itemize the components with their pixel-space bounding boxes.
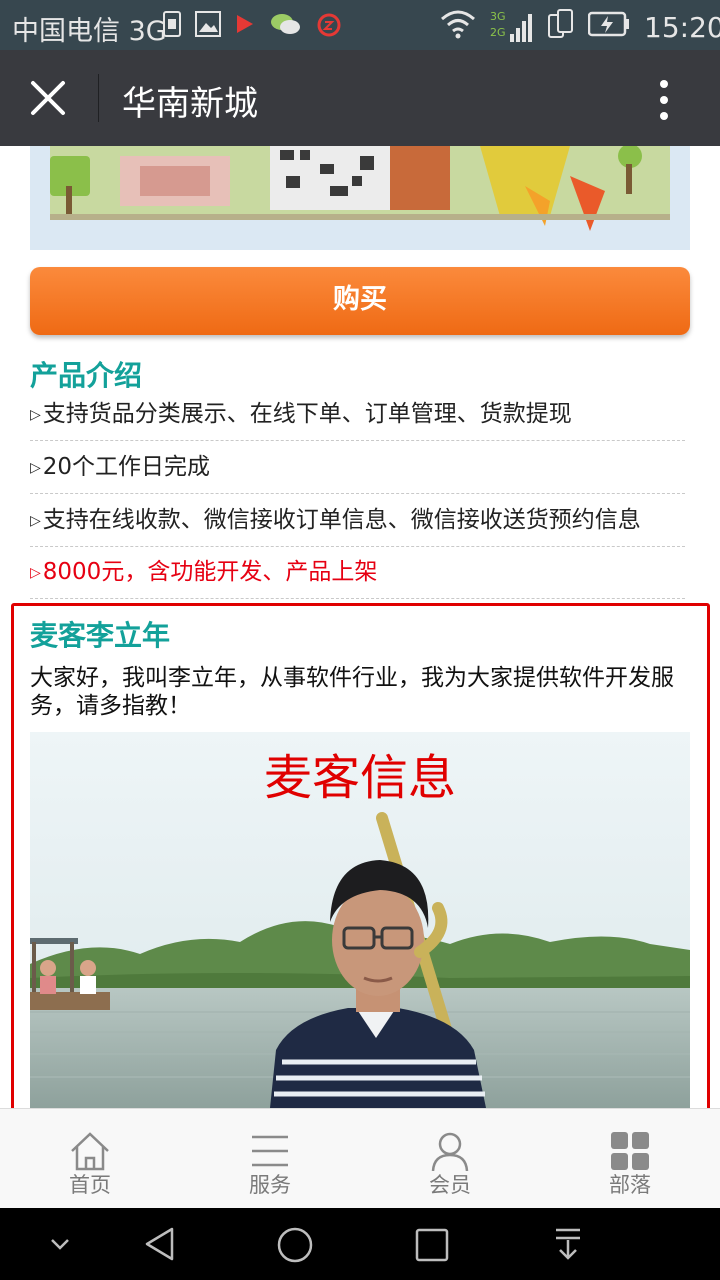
grid-icon [611,1132,649,1170]
feature-item: ▷支持在线收款、微信接收订单信息、微信接收送货预约信息 [30,494,685,547]
recent-apps-icon[interactable] [414,1227,450,1263]
alarm-icon [315,11,343,44]
top-nav-bar: 华南新城 [0,50,720,146]
triangle-bullet-icon: ▷ [30,407,41,423]
page-title: 华南新城 [122,84,258,124]
system-nav-bar [0,1208,720,1280]
price-note-text: 8000元，含功能开发、产品上架 [42,559,378,585]
buy-button[interactable]: 购买 [30,267,690,335]
list-icon [252,1135,288,1167]
tab-home-label: 首页 [69,1173,111,1197]
tab-services-label: 服务 [249,1173,291,1197]
sim-icon [163,11,181,44]
more-options-icon[interactable] [650,76,678,124]
feature-text: 支持在线收款、微信接收订单信息、微信接收送货预约信息 [42,507,641,533]
image-icon [195,11,221,44]
home-circle-icon[interactable] [276,1226,314,1264]
back-icon[interactable] [142,1226,178,1262]
network-tag-2g: 2G [490,25,506,39]
feature-text: 20个工作日完成 [42,454,211,480]
network-tag-3g: 3G [490,9,506,23]
system-icons: 3G 2G 15:20 [440,9,720,46]
tab-member[interactable]: 会员 [360,1109,540,1209]
tab-tribe[interactable]: 部落 [540,1109,720,1209]
signal-icon: 3G 2G [490,9,534,44]
tab-member-label: 会员 [429,1173,471,1197]
price-note: ▷8000元，含功能开发、产品上架 [30,546,685,599]
wifi-icon [440,9,476,46]
close-icon[interactable] [24,74,72,122]
triangle-bullet-icon: ▷ [30,565,41,581]
carrier-label: 中国电信 3G [12,16,167,47]
product-banner-image [30,146,690,250]
chat-icon [269,11,301,44]
feature-item: ▷20个工作日完成 [30,441,685,494]
tab-services[interactable]: 服务 [180,1109,360,1209]
home-icon [71,1132,109,1171]
play-icon [235,11,255,44]
nav-divider [98,74,99,122]
maker-info-highlight-box [11,603,710,1134]
status-bar: 中国电信 3G 3G 2G 15:20 [0,0,720,50]
notification-pull-icon[interactable] [552,1226,584,1262]
notification-icons [163,11,343,44]
feature-text: 支持货品分类展示、在线下单、订单管理、货款提现 [42,401,572,427]
tab-tribe-label: 部落 [609,1173,651,1197]
clock: 15:20 [644,11,720,44]
tab-home[interactable]: 首页 [0,1109,180,1209]
chevron-down-icon[interactable] [48,1236,72,1252]
battery-icon [587,11,630,44]
bottom-tab-bar: 首页 服务 会员 部落 [0,1108,720,1209]
person-icon [431,1132,469,1171]
dual-sim-icon [548,9,574,46]
triangle-bullet-icon: ▷ [30,513,41,529]
triangle-bullet-icon: ▷ [30,460,41,476]
feature-item: ▷支持货品分类展示、在线下单、订单管理、货款提现 [30,388,685,441]
